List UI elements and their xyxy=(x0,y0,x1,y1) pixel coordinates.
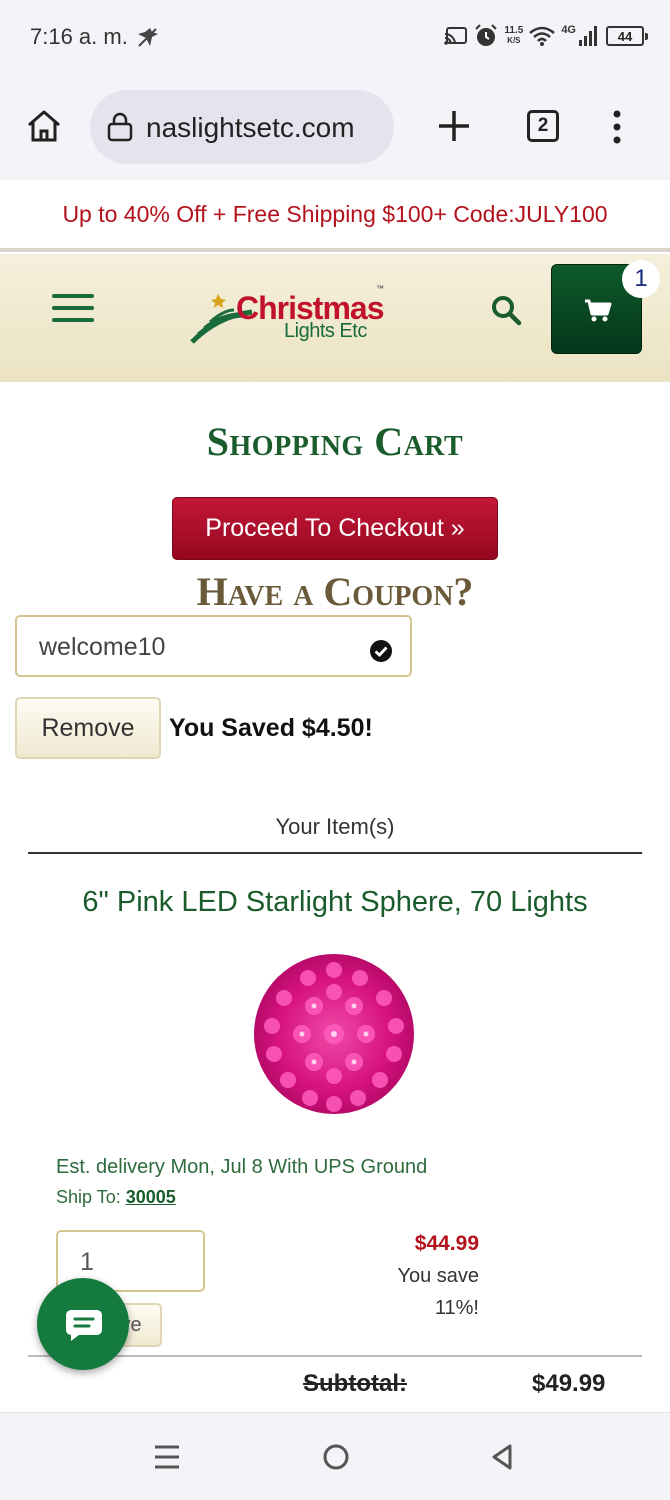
recents-icon[interactable] xyxy=(153,1443,181,1471)
address-bar[interactable]: naslightsetc.com xyxy=(90,90,394,164)
cart-count-badge: 1 xyxy=(622,260,660,298)
network-type: 4G xyxy=(561,24,576,36)
product-image[interactable] xyxy=(248,946,420,1122)
cast-icon xyxy=(444,27,468,45)
items-heading: Your Item(s) xyxy=(275,814,395,839)
coupon-input[interactable]: welcome10 xyxy=(15,615,412,677)
status-time: 7:16 a. m. xyxy=(30,24,128,49)
status-icons: 11.5 K/S 4G 44 xyxy=(444,20,648,52)
search-icon[interactable] xyxy=(490,294,522,326)
tab-switcher-button[interactable]: 2 xyxy=(527,110,559,142)
you-save-label: You save xyxy=(397,1265,479,1287)
nav-home-icon[interactable] xyxy=(322,1443,350,1471)
lock-icon[interactable] xyxy=(106,112,134,142)
chat-button[interactable] xyxy=(37,1278,129,1370)
product-name-link[interactable]: 6" Pink LED Starlight Sphere, 70 Lights xyxy=(0,886,670,919)
coupon-value[interactable]: welcome10 xyxy=(39,633,165,662)
item-price: $44.99 xyxy=(414,1232,479,1255)
more-vert-icon[interactable] xyxy=(610,110,624,144)
you-save-percent: 11%! xyxy=(434,1297,479,1319)
subtotal-label: Subtotal: xyxy=(303,1370,407,1397)
url-text[interactable]: naslightsetc.com xyxy=(146,112,382,144)
ship-to-zip-link[interactable]: 30005 xyxy=(126,1187,176,1207)
coupon-heading: Have a Coupon? xyxy=(196,569,474,614)
cart-icon xyxy=(585,299,612,322)
site-header: Christmas Lights Etc ™ 1 xyxy=(0,254,670,382)
home-icon[interactable] xyxy=(24,106,64,146)
system-nav-bar xyxy=(0,1412,670,1500)
net-speed: 11.5 K/S xyxy=(504,25,524,46)
browser-toolbar: naslightsetc.com 2 xyxy=(0,76,670,180)
site-logo[interactable]: Christmas Lights Etc ™ xyxy=(188,280,388,350)
notification-bird-icon xyxy=(138,28,158,47)
remove-coupon-button[interactable]: Remove xyxy=(15,697,161,759)
promo-text[interactable]: Up to 40% Off + Free Shipping $100+ Code… xyxy=(62,201,607,228)
back-icon[interactable] xyxy=(490,1443,514,1471)
proceed-to-checkout-button[interactable]: Proceed To Checkout » xyxy=(172,497,498,560)
wifi-icon xyxy=(529,26,556,46)
check-circle-icon xyxy=(370,640,392,662)
delivery-estimate: Est. delivery Mon, Jul 8 With UPS Ground xyxy=(56,1156,428,1178)
divider xyxy=(28,1355,642,1357)
page-title: Shopping Cart xyxy=(206,419,464,464)
chat-icon xyxy=(66,1310,102,1341)
alarm-icon xyxy=(475,24,498,46)
battery-icon: 44 xyxy=(606,26,648,46)
coupon-savings-text: You Saved $4.50! xyxy=(169,714,373,742)
divider xyxy=(28,852,642,854)
subtotal-value: $49.99 xyxy=(532,1370,606,1397)
quantity-value[interactable]: 1 xyxy=(80,1248,94,1277)
signal-icon xyxy=(579,26,597,46)
status-bar: 7:16 a. m. 11.5 K/S 4G 44 xyxy=(0,0,670,76)
ship-to: Ship To: 30005 xyxy=(56,1187,176,1207)
new-tab-icon[interactable] xyxy=(436,108,472,144)
promo-banner[interactable]: Up to 40% Off + Free Shipping $100+ Code… xyxy=(0,180,670,252)
hamburger-menu-icon[interactable] xyxy=(52,294,94,324)
